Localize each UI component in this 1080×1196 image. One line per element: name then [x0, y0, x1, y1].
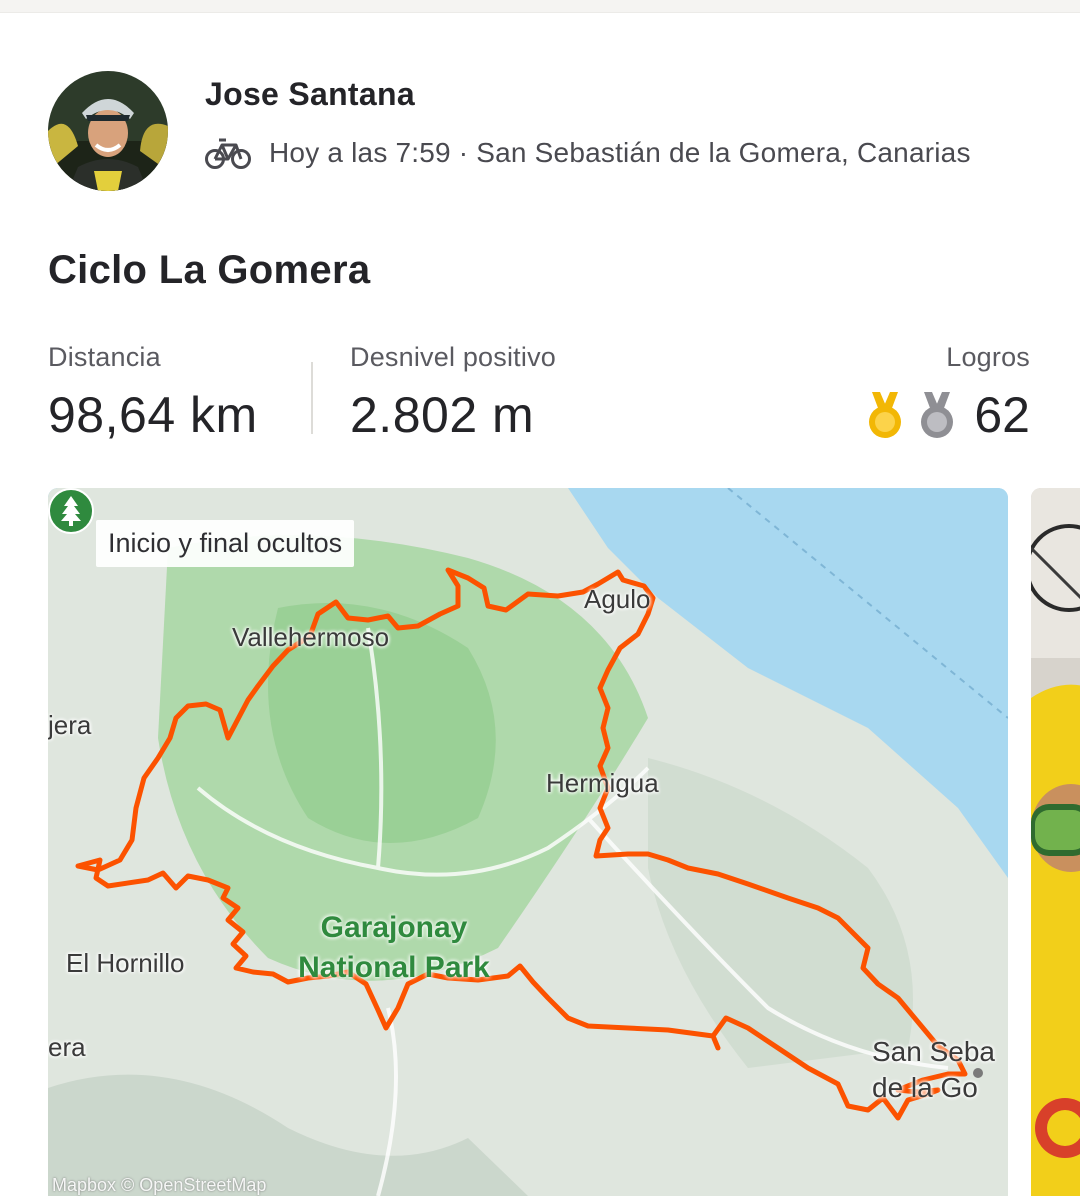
athlete-name[interactable]: Jose Santana: [205, 76, 415, 113]
distance-value: 98,64 km: [48, 387, 258, 443]
achievements-count: 62: [974, 387, 1030, 443]
photo-image: [1031, 488, 1080, 1196]
place-san-sebastian-1: San Seba: [872, 1036, 995, 1067]
distance-label: Distancia: [48, 342, 161, 372]
activity-time-location: Hoy a las 7:59 · San Sebastián de la Gom…: [269, 137, 971, 168]
activity-photo[interactable]: [1031, 488, 1080, 1196]
elevation-value: 2.802 m: [350, 387, 535, 443]
activity-meta: Hoy a las 7:59 · San Sebastián de la Gom…: [205, 133, 971, 173]
stat-divider: [311, 362, 313, 434]
top-edge: [0, 0, 1080, 13]
park-label-line1: Garajonay: [320, 911, 468, 944]
privacy-badge: Inicio y final ocultos: [96, 520, 355, 567]
tree-icon: [48, 488, 94, 534]
gold-medal-icon: [869, 392, 902, 438]
park-label-line2: National Park: [298, 951, 490, 984]
place-agulo: Agulo: [584, 584, 651, 614]
place-era: era: [48, 1032, 86, 1062]
place-vallehermoso: Vallehermoso: [232, 622, 390, 652]
place-hermigua: Hermigua: [546, 768, 659, 798]
achievements-label: Logros: [946, 342, 1030, 372]
bicycle-icon: [205, 138, 251, 169]
map-canvas: [48, 488, 1008, 1196]
elevation-label: Desnivel positivo: [350, 342, 556, 372]
activity-title[interactable]: Ciclo La Gomera: [48, 248, 370, 293]
place-san-sebastian-2: de la Go: [872, 1072, 978, 1103]
place-el-hornillo: El Hornillo: [66, 948, 185, 978]
athlete-avatar[interactable]: [48, 71, 168, 191]
silver-medal-icon: [921, 392, 954, 438]
map-attribution[interactable]: Mapbox © OpenStreetMap: [52, 1175, 266, 1196]
route-map[interactable]: Inicio y final ocultos Vallehermoso Agul…: [48, 488, 1008, 1196]
park-label: Garajonay National Park: [294, 908, 494, 988]
place-alojera: jera: [48, 710, 92, 740]
achievements[interactable]: 62: [866, 386, 1030, 444]
